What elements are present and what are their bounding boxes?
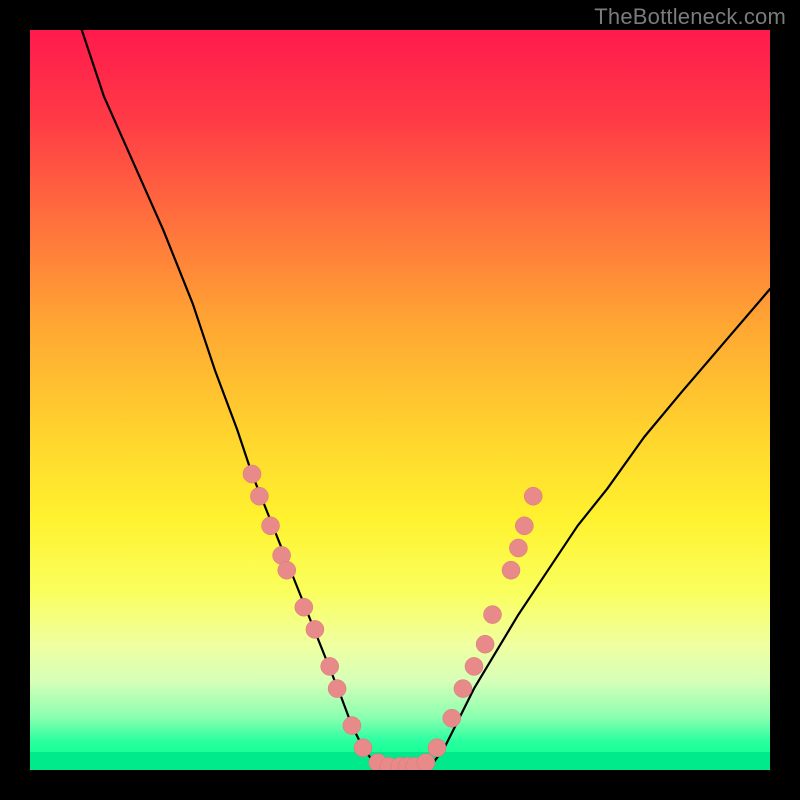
data-dot (343, 717, 361, 735)
data-dot (502, 561, 520, 579)
data-dot (465, 657, 483, 675)
data-dot (509, 539, 527, 557)
data-dot (243, 465, 261, 483)
plot-area (30, 30, 770, 770)
data-dot (328, 680, 346, 698)
data-dots (243, 465, 542, 770)
data-dot (306, 620, 324, 638)
chart-frame: TheBottleneck.com (0, 0, 800, 800)
bottom-green-band (30, 752, 770, 770)
data-dot (454, 680, 472, 698)
data-dot (295, 598, 313, 616)
data-dot (250, 487, 268, 505)
chart-overlay (30, 30, 770, 770)
data-dot (524, 487, 542, 505)
data-dot (476, 635, 494, 653)
bottleneck-curve (82, 30, 770, 770)
data-dot (443, 709, 461, 727)
watermark-text: TheBottleneck.com (594, 4, 786, 30)
data-dot (278, 561, 296, 579)
data-dot (484, 606, 502, 624)
data-dot (321, 657, 339, 675)
data-dot (515, 517, 533, 535)
data-dot (273, 546, 291, 564)
data-dot (262, 517, 280, 535)
